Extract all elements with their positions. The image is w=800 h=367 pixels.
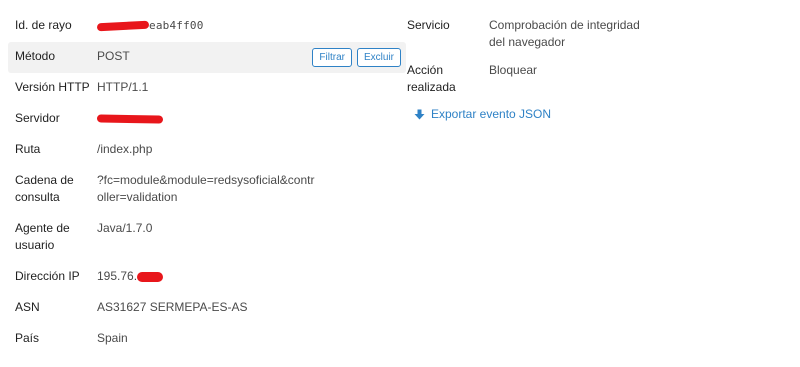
- server-label: Servidor: [15, 111, 60, 125]
- path-label: Ruta: [15, 142, 41, 156]
- exclude-button[interactable]: Excluir: [356, 48, 401, 67]
- detail-row-method: Método POST Filtrar Excluir: [8, 42, 406, 73]
- redaction-mark: [96, 114, 164, 124]
- event-summary: Servicio Comprobación de integridad del …: [407, 17, 697, 121]
- asn-label: ASN: [15, 300, 40, 314]
- action-label: Acción realizada: [407, 63, 456, 94]
- export-json-label: Exportar evento JSON: [431, 107, 552, 121]
- detail-row-http-version: Versión HTTP HTTP/1.1: [8, 73, 406, 104]
- download-arrow-icon: [414, 109, 425, 120]
- summary-row-service: Servicio Comprobación de integridad del …: [407, 17, 697, 51]
- summary-row-action: Acción realizada Bloquear: [407, 62, 697, 96]
- redaction-mark: [137, 271, 164, 282]
- ray-id-label: Id. de rayo: [15, 18, 72, 32]
- detail-row-ip-address: Dirección IP 195.76.: [8, 262, 406, 293]
- server-value: [96, 110, 399, 127]
- ip-address-label: Dirección IP: [15, 269, 80, 283]
- ip-address-value: 195.76.: [97, 268, 399, 285]
- detail-row-country: País Spain: [8, 324, 406, 355]
- detail-row-asn: ASN AS31627 SERMEPA-ES-AS: [8, 293, 406, 324]
- redaction-mark: [96, 20, 150, 32]
- country-value: Spain: [97, 331, 128, 345]
- service-label: Servicio: [407, 18, 450, 32]
- query-string-label: Cadena de consulta: [15, 173, 74, 204]
- path-value: /index.php: [97, 142, 153, 156]
- detail-row-user-agent: Agente de usuario Java/1.7.0: [8, 214, 406, 262]
- http-version-value: HTTP/1.1: [97, 80, 149, 94]
- detail-row-path: Ruta /index.php: [8, 135, 406, 166]
- method-actions: Filtrar Excluir: [312, 48, 401, 67]
- http-version-label: Versión HTTP: [15, 80, 90, 94]
- ray-id-value: eab4ff00: [96, 17, 399, 34]
- detail-row-server: Servidor: [8, 104, 406, 135]
- event-details-table: Id. de rayo eab4ff00 Método POST Filtrar…: [8, 11, 406, 355]
- country-label: País: [15, 331, 40, 345]
- user-agent-value: Java/1.7.0: [97, 221, 153, 235]
- service-value: Comprobación de integridad del navegador: [489, 18, 640, 49]
- method-label: Método: [15, 49, 56, 63]
- asn-value: AS31627 SERMEPA-ES-AS: [97, 300, 248, 314]
- filter-button[interactable]: Filtrar: [312, 48, 352, 67]
- detail-row-query-string: Cadena de consulta ?fc=module&module=red…: [8, 166, 406, 214]
- query-string-value: ?fc=module&module=redsysoficial&controll…: [97, 173, 315, 204]
- action-value: Bloquear: [489, 63, 538, 77]
- detail-row-ray-id: Id. de rayo eab4ff00: [8, 11, 406, 42]
- export-json-link[interactable]: Exportar evento JSON: [414, 107, 697, 121]
- user-agent-label: Agente de usuario: [15, 221, 70, 252]
